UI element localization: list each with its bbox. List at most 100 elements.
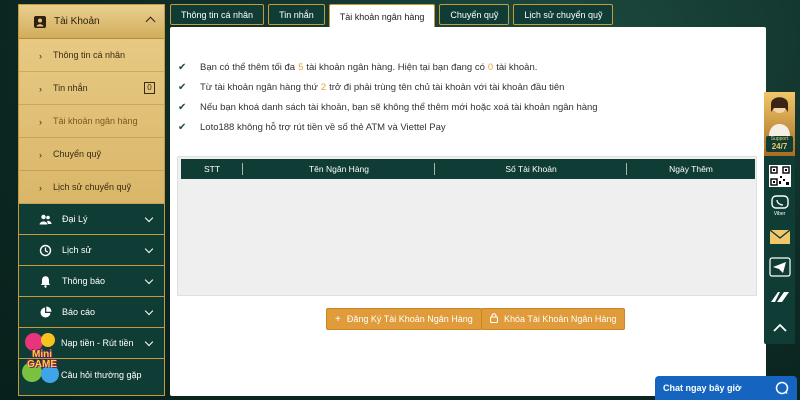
sidebar-item-label: Câu hỏi thường gặp — [61, 369, 142, 380]
chevron-right-icon: › — [39, 183, 42, 193]
support-agent-avatar[interactable]: Support 24/7 — [764, 92, 795, 156]
chat-label: Chat ngay bây giờ — [663, 383, 742, 393]
viber-icon — [770, 194, 789, 209]
users-icon — [39, 213, 52, 226]
tab-label: Tin nhắn — [279, 9, 314, 20]
sidebar-item-agent[interactable]: Đại Lý — [19, 204, 164, 235]
rule-text: Loto188 không hỗ trợ rút tiền về số thẻ … — [200, 121, 446, 133]
chevron-right-icon: › — [39, 150, 42, 160]
chevron-up-icon — [145, 16, 156, 27]
rule-text: tài khoản ngân hàng. Hiện tại bạn đang c… — [306, 61, 485, 73]
rule-max-accounts: ✔ Bạn có thể thêm tối đa 5 tài khoản ngâ… — [178, 57, 598, 77]
tab-transfer-history[interactable]: Lịch sử chuyển quỹ — [513, 4, 614, 25]
column-header-date-added: Ngày Thêm — [669, 164, 713, 174]
tab-label: Thông tin cá nhân — [181, 9, 254, 20]
chevron-up-icon — [772, 323, 787, 332]
sidebar-item-label: Tin nhắn — [53, 83, 88, 93]
rule-text: tài khoản. — [496, 61, 538, 73]
bank-account-panel: ✔ Bạn có thể thêm tối đa 5 tài khoản ngâ… — [170, 27, 766, 396]
qr-code-button[interactable] — [768, 164, 791, 187]
chevron-down-icon — [144, 306, 154, 316]
register-bank-account-button[interactable]: + Đăng Ký Tài Khoản Ngân Hàng — [326, 308, 482, 330]
tab-label: Chuyển quỹ — [450, 9, 499, 20]
chevron-down-icon — [144, 275, 154, 285]
scroll-top-button[interactable] — [768, 316, 791, 339]
chevron-right-icon: › — [39, 117, 42, 127]
brand-link-button[interactable] — [768, 285, 791, 308]
sidebar-item-label: Nạp tiền - Rút tiền — [61, 338, 134, 348]
rules-list: ✔ Bạn có thể thêm tối đa 5 tài khoản ngâ… — [178, 57, 598, 137]
table-header: STT Tên Ngân Hàng Số Tài Khoản Ngày Thêm — [181, 159, 755, 179]
sidebar-item-transfer[interactable]: › Chuyển quỹ — [19, 138, 164, 171]
sidebar-item-bank-account[interactable]: › Tài khoản ngân hàng — [19, 105, 164, 138]
chevron-down-icon — [144, 244, 154, 254]
tab-bank-account[interactable]: Tài khoản ngân hàng — [328, 4, 436, 28]
bank-account-table: STT Tên Ngân Hàng Số Tài Khoản Ngày Thêm — [177, 156, 757, 296]
viber-label: Viber — [773, 210, 786, 217]
rule-no-atm: ✔ Loto188 không hỗ trợ rút tiền về số th… — [178, 117, 598, 137]
sidebar-item-messages[interactable]: › Tin nhắn 0 — [19, 72, 164, 105]
mail-icon — [769, 228, 790, 244]
tab-transfer[interactable]: Chuyển quỹ — [439, 4, 510, 25]
sidebar-item-reports[interactable]: Báo cáo — [19, 297, 164, 328]
message-count-badge: 0 — [144, 82, 155, 94]
sidebar-item-notifications[interactable]: Thông báo — [19, 266, 164, 297]
column-header-bank-name: Tên Ngân Hàng — [243, 163, 435, 175]
check-icon: ✔ — [178, 81, 187, 93]
chevron-right-icon: › — [39, 84, 42, 94]
tab-messages[interactable]: Tin nhắn — [268, 4, 325, 25]
button-label: Khóa Tài Khoản Ngân Hàng — [504, 314, 617, 324]
current-accounts-value: 0 — [487, 61, 494, 73]
support-agent-icon — [769, 97, 790, 136]
sidebar-submenu: › Thông tin cá nhân › Tin nhắn 0 › Tài k… — [19, 39, 164, 204]
chat-bubble-icon — [775, 381, 789, 395]
mini-game-line2: GAME — [27, 359, 57, 370]
column-header-account-number: Số Tài Khoản — [435, 163, 627, 175]
check-icon: ✔ — [178, 121, 187, 133]
support-hours: 24/7 — [771, 142, 788, 151]
telegram-icon — [768, 256, 791, 277]
viber-button[interactable]: Viber — [768, 194, 791, 217]
rule-number-value: 2 — [320, 81, 327, 93]
rule-text: trở đi phải trùng tên chủ tài khoản với … — [329, 81, 565, 93]
pie-chart-icon — [39, 306, 52, 319]
chevron-down-icon — [144, 213, 154, 223]
column-header-stt: STT — [181, 163, 243, 175]
sidebar-item-label: Thông tin cá nhân — [53, 50, 126, 60]
check-icon: ✔ — [178, 61, 187, 73]
tab-profile[interactable]: Thông tin cá nhân — [170, 4, 265, 25]
mini-game-button[interactable]: Mini GAME — [18, 330, 62, 386]
button-label: Đăng Ký Tài Khoản Ngân Hàng — [346, 314, 473, 324]
tab-bar: Thông tin cá nhân Tin nhắn Tài khoản ngâ… — [170, 4, 614, 28]
sidebar-item-label: Thông báo — [62, 276, 106, 286]
sidebar-item-label: Báo cáo — [62, 307, 96, 317]
history-icon — [39, 244, 52, 257]
check-icon: ✔ — [178, 101, 187, 113]
plus-icon: + — [335, 313, 341, 325]
sidebar-item-label: Đại Lý — [62, 214, 88, 224]
rule-text: Bạn có thể thêm tối đa — [200, 61, 296, 73]
mini-game-label: Mini GAME — [22, 350, 62, 370]
bell-icon — [39, 275, 52, 288]
user-icon — [34, 15, 46, 28]
qr-code-icon — [768, 164, 791, 187]
sidebar-item-transfer-history[interactable]: › Lịch sử chuyển quỹ — [19, 171, 164, 204]
right-support-bar: Support 24/7 Viber — [764, 92, 795, 344]
sidebar-item-label: Lịch sử — [62, 245, 92, 255]
sidebar-item-profile[interactable]: › Thông tin cá nhân — [19, 39, 164, 72]
lock-bank-account-button[interactable]: Khóa Tài Khoản Ngân Hàng — [481, 308, 626, 330]
tab-label: Tài khoản ngân hàng — [339, 11, 425, 22]
rule-lock-list: ✔ Nếu bạn khoá danh sách tài khoản, bạn … — [178, 97, 598, 117]
email-button[interactable] — [768, 225, 791, 248]
sidebar-account-header[interactable]: Tài Khoản — [19, 5, 164, 39]
chevron-right-icon: › — [39, 51, 42, 61]
max-accounts-value: 5 — [298, 61, 304, 73]
rule-account-name: ✔ Từ tài khoản ngân hàng thứ 2 trở đi ph… — [178, 77, 598, 97]
chevron-down-icon — [144, 337, 154, 347]
telegram-button[interactable] — [768, 255, 791, 278]
support-24-7-badge: Support 24/7 — [766, 136, 793, 152]
sidebar-account-label: Tài Khoản — [54, 16, 100, 27]
sidebar-item-history[interactable]: Lịch sử — [19, 235, 164, 266]
lock-icon — [489, 312, 499, 326]
chat-now-button[interactable]: Chat ngay bây giờ — [655, 376, 797, 400]
